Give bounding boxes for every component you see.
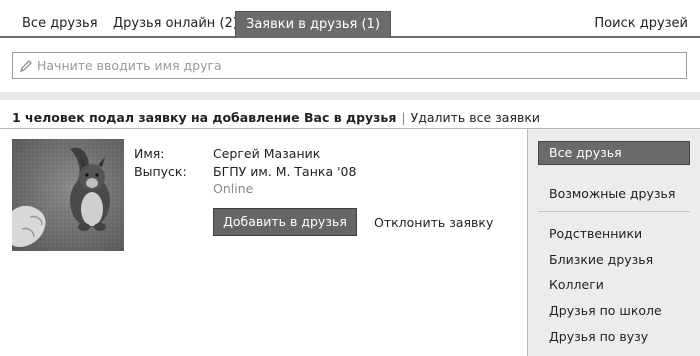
avatar[interactable] [12,139,124,251]
sidebar-item-all-friends[interactable]: Все друзья [538,141,690,165]
friends-filter-sidebar: Все друзья Возможные друзья Родственники… [527,129,700,356]
section-divider [0,92,700,100]
summary-separator: | [401,110,406,125]
friend-search-box[interactable] [12,52,687,79]
tab-friends-online[interactable]: Друзья онлайн (2) [113,16,238,31]
graduation-value[interactable]: БГПУ им. М. Танка '08 [213,164,356,179]
requester-name[interactable]: Сергей Мазаник [213,146,320,161]
requests-summary: 1 человек подал заявку на добавление Вас… [12,110,540,125]
friends-tabs: Все друзья Друзья онлайн (2) Заявки в др… [0,0,700,38]
sidebar-item-university-friends[interactable]: Друзья по вузу [538,329,690,344]
sidebar-item-close-friends[interactable]: Близкие друзья [538,252,690,267]
add-friend-button[interactable]: Добавить в друзья [213,208,357,236]
requests-count-text: 1 человек подал заявку на добавление Вас… [12,110,397,125]
sidebar-item-colleagues[interactable]: Коллеги [538,277,690,292]
pencil-icon [20,60,32,72]
online-status: Online [213,181,254,196]
sidebar-divider [538,211,690,212]
tab-search-friends[interactable]: Поиск друзей [594,16,688,31]
sidebar-item-school-friends[interactable]: Друзья по школе [538,303,690,318]
squirrel-photo [12,139,124,251]
sidebar-item-possible-friends[interactable]: Возможные друзья [538,186,690,201]
name-label: Имя: [134,146,165,161]
decline-request-button[interactable]: Отклонить заявку [374,215,493,230]
graduation-label: Выпуск: [134,164,187,179]
delete-all-requests-link[interactable]: Удалить все заявки [411,110,540,125]
tab-all-friends[interactable]: Все друзья [22,16,98,31]
search-input[interactable] [37,56,677,75]
sidebar-item-relatives[interactable]: Родственники [538,226,690,241]
tab-friend-requests[interactable]: Заявки в друзья (1) [235,11,391,38]
